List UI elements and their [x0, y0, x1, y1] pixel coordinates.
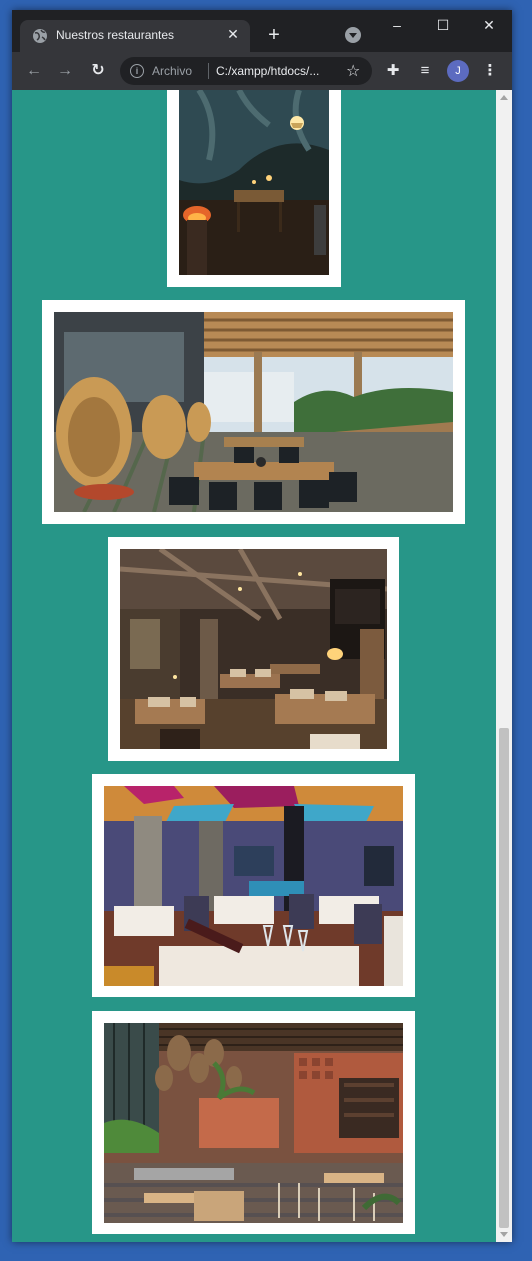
- restaurant-industrial-dining-image: [120, 549, 387, 749]
- image-frame: [42, 300, 465, 524]
- new-tab-button[interactable]: +: [262, 24, 286, 48]
- minimize-button[interactable]: –: [374, 10, 420, 40]
- tab-search-icon[interactable]: [345, 27, 361, 43]
- avatar[interactable]: J: [447, 60, 469, 82]
- browser-toolbar: ← → ↻ i Archivo C:/xampp/htdocs/... ☆ ✚ …: [12, 52, 512, 90]
- tab-close-icon[interactable]: ✕: [224, 25, 242, 43]
- restaurant-garden-lamps-image: [104, 1023, 403, 1223]
- image-frame: [167, 90, 341, 287]
- info-icon[interactable]: i: [130, 64, 144, 78]
- image-frame: [92, 774, 415, 997]
- star-icon[interactable]: ☆: [346, 61, 360, 81]
- browser-window: Nuestros restaurantes ✕ + – ☐ ✕ ← → ↻ i …: [12, 10, 512, 1242]
- tab-strip: Nuestros restaurantes ✕ + – ☐ ✕: [12, 10, 512, 52]
- scroll-down-arrow-icon[interactable]: [500, 1232, 508, 1237]
- restaurant-terrace-night-image: [179, 90, 329, 275]
- extensions-icon[interactable]: ✚: [382, 60, 404, 82]
- page-viewport: [12, 90, 512, 1242]
- address-bar[interactable]: i Archivo C:/xampp/htdocs/... ☆: [120, 57, 372, 85]
- address-scheme-label: Archivo: [152, 64, 193, 78]
- globe-icon: [33, 29, 47, 43]
- menu-icon[interactable]: ⋮: [479, 60, 501, 82]
- reload-button[interactable]: ↻: [86, 59, 110, 83]
- vertical-scrollbar[interactable]: [496, 90, 512, 1242]
- maximize-button[interactable]: ☐: [420, 10, 466, 40]
- tab-title: Nuestros restaurantes: [56, 28, 175, 42]
- scrollbar-thumb[interactable]: [499, 728, 509, 1228]
- address-separator: [208, 63, 209, 79]
- image-frame: [92, 1011, 415, 1234]
- image-frame: [108, 537, 399, 761]
- forward-button[interactable]: →: [53, 59, 77, 83]
- close-window-button[interactable]: ✕: [466, 10, 512, 40]
- scroll-up-arrow-icon[interactable]: [500, 95, 508, 100]
- tab-active[interactable]: Nuestros restaurantes ✕: [20, 20, 250, 52]
- restaurant-rooftop-pergola-image: [54, 312, 453, 512]
- restaurant-colorful-interior-image: [104, 786, 403, 986]
- media-icon[interactable]: ≡: [414, 60, 436, 82]
- back-button[interactable]: ←: [22, 59, 46, 83]
- page-content: [12, 90, 496, 1242]
- address-url[interactable]: C:/xampp/htdocs/...: [216, 64, 338, 78]
